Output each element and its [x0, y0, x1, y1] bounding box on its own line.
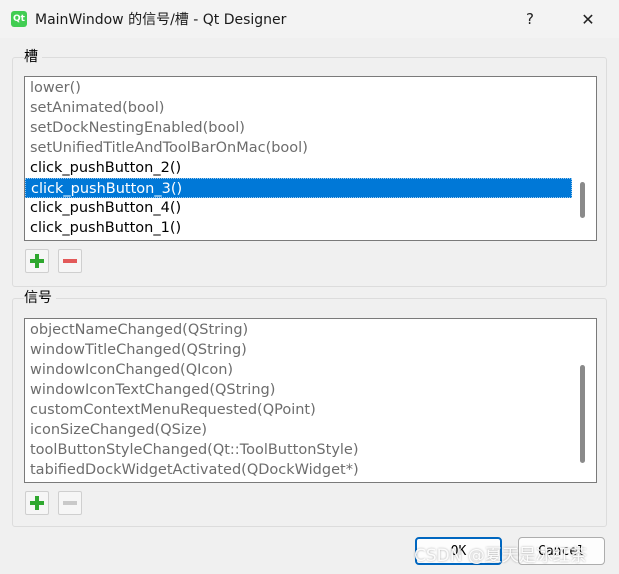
- help-button[interactable]: ?: [512, 6, 548, 32]
- list-item[interactable]: customContextMenuRequested(QPoint): [25, 400, 572, 420]
- list-item[interactable]: setAnimated(bool): [25, 98, 572, 118]
- list-item[interactable]: lower(): [25, 78, 572, 98]
- signals-scrollbar-thumb[interactable]: [580, 365, 585, 463]
- signals-list[interactable]: objectNameChanged(QString) windowTitleCha…: [24, 318, 597, 483]
- remove-slot-button[interactable]: [58, 249, 82, 273]
- list-item[interactable]: click_pushButton_2(): [25, 158, 572, 178]
- list-item[interactable]: iconSizeChanged(QSize): [25, 420, 572, 440]
- list-item[interactable]: setDockNestingEnabled(bool): [25, 118, 572, 138]
- list-item[interactable]: objectNameChanged(QString): [25, 320, 572, 340]
- title-bar: Qt MainWindow 的信号/槽 - Qt Designer ? ✕: [0, 0, 619, 38]
- list-item[interactable]: toolButtonStyleChanged(Qt::ToolButtonSty…: [25, 440, 572, 460]
- remove-signal-button: [58, 491, 82, 515]
- close-button[interactable]: ✕: [570, 6, 606, 32]
- signals-group-label: 信号: [24, 287, 56, 307]
- list-item[interactable]: windowIconChanged(QIcon): [25, 360, 572, 380]
- add-signal-button[interactable]: [25, 491, 49, 515]
- list-item[interactable]: setUnifiedTitleAndToolBarOnMac(bool): [25, 138, 572, 158]
- slots-list[interactable]: lower() setAnimated(bool) setDockNestingEn…: [24, 76, 597, 241]
- list-item[interactable]: windowTitleChanged(QString): [25, 340, 572, 360]
- slots-scrollbar-thumb[interactable]: [580, 182, 585, 218]
- watermark: CSDN @夏天是冰红茶: [414, 546, 587, 566]
- list-item[interactable]: click_pushButton_1(): [25, 218, 572, 238]
- list-item[interactable]: windowIconTextChanged(QString): [25, 380, 572, 400]
- slots-group-label: 槽: [24, 46, 42, 66]
- qt-designer-icon: Qt: [11, 11, 27, 27]
- add-slot-button[interactable]: [25, 249, 49, 273]
- list-item[interactable]: tabifiedDockWidgetActivated(QDockWidget*…: [25, 460, 572, 480]
- window-title: MainWindow 的信号/槽 - Qt Designer: [35, 12, 287, 28]
- list-item[interactable]: click_pushButton_4(): [25, 198, 572, 218]
- list-item[interactable]: click_pushButton_3(): [25, 178, 572, 198]
